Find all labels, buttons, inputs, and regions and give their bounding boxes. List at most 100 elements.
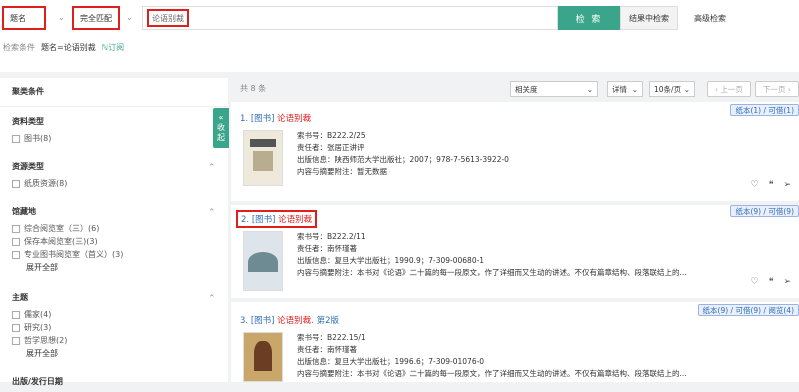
result-title-text: 论语别裁 (278, 215, 313, 225)
facet-item[interactable]: 儒家(4) (12, 308, 67, 321)
abstract: 内容与摘要附注：暂无数据 (297, 167, 387, 176)
result-title-text: 论语别裁 (277, 114, 312, 124)
checkbox[interactable] (12, 336, 20, 345)
share-icon[interactable]: ➢ (783, 277, 791, 287)
chevron-up-icon[interactable]: ⌃ (208, 163, 216, 173)
facet-group-title: 主题 (12, 293, 28, 302)
chevron-down-icon: ⌄ (586, 84, 593, 94)
call-number: 索书号：B222.15/1 (297, 333, 366, 342)
heart-icon[interactable]: ♡ (751, 180, 759, 190)
result-title[interactable]: 2. [图书] 论语别裁 (236, 210, 318, 228)
prev-page-button[interactable]: ‹ 上一页 (707, 81, 751, 97)
expand-all-link[interactable]: 展开全部 (26, 261, 123, 274)
result-title[interactable]: 3. [图书] 论语别裁. 第2版 (240, 314, 339, 326)
collapse-label: 收 (217, 123, 225, 132)
call-number: 索书号：B222.2/11 (297, 232, 366, 241)
book-cover[interactable] (243, 130, 283, 186)
facet-item[interactable]: 综合阅览室（三）(6) (12, 222, 123, 235)
expand-all-link[interactable]: 展开全部 (26, 347, 67, 360)
collapse-arrow-icon: « (218, 113, 224, 122)
result-number: 1. (240, 114, 249, 124)
facet-item[interactable]: 保存本阅览室(三)(3) (12, 235, 123, 248)
publish-info: 出版信息：复旦大学出版社；1996.6；7-309-01076-0 (297, 357, 485, 366)
result-title[interactable]: 1. [图书] 论语别裁 (240, 112, 311, 124)
abstract: 内容与摘要附注：本书对《论语》二十篇的每一段原文，作了详细而又生动的讲述。不仅有… (297, 369, 687, 378)
search-in-results-button[interactable]: 结果中检索 (620, 6, 678, 30)
facet-group-restype: 资源类型 纸质资源(8) (12, 161, 67, 190)
result-number: 2. (241, 215, 250, 225)
result-item: 纸本(9) / 可借(9) 2. [图书] 论语别裁 索书号：B222.2/11… (231, 205, 799, 298)
match-select[interactable]: 完全匹配 (72, 6, 120, 30)
facet-item[interactable]: 图书(8) (12, 132, 51, 145)
results-toolbar: 共 8 条 相关度 ⌄ 详情 ⌄ 10条/页 ⌄ ‹ 上一页 下一页 › (231, 78, 799, 98)
facet-group-subject: 主题 儒家(4) 研究(3) 哲学思想(2) 展开全部 (12, 292, 67, 360)
book-cover[interactable] (243, 231, 283, 291)
chevron-down-icon[interactable]: ⌄ (58, 13, 65, 22)
subscribe-link[interactable]: ℕ订阅 (102, 42, 124, 53)
facet-item-label: 儒家(4) (24, 310, 52, 319)
facet-item[interactable]: 专业图书阅览室（首义）(3) (12, 248, 123, 261)
quote-icon[interactable]: ❝ (769, 180, 774, 190)
result-type: [图书] (251, 215, 276, 225)
result-type: [图书] (250, 114, 275, 124)
results-panel: 共 8 条 相关度 ⌄ 详情 ⌄ 10条/页 ⌄ ‹ 上一页 下一页 › 纸本(1) … (231, 78, 799, 382)
facet-item[interactable]: 纸质资源(8) (12, 177, 67, 190)
result-item: 纸本(1) / 可借(1) 1. [图书] 论语别裁 索书号：B222.2/25… (231, 102, 799, 201)
cover-art (248, 252, 278, 272)
per-page-value: 10条/页 (654, 84, 682, 94)
holdings-badge[interactable]: 纸本(1) / 可借(1) (730, 104, 799, 116)
search-query: 论语别裁 (147, 9, 189, 27)
next-page-button[interactable]: 下一页 › (755, 81, 799, 97)
result-title-text: 论语别裁 (277, 316, 312, 326)
facet-item-label: 保存本阅览室(三)(3) (24, 237, 98, 246)
author: 责任者：张居正讲评 (297, 143, 365, 152)
book-cover[interactable] (243, 332, 283, 382)
checkbox[interactable] (12, 224, 20, 233)
sort-value: 相关度 (515, 84, 538, 94)
advanced-search-link[interactable]: 高级检索 (694, 13, 726, 24)
search-button[interactable]: 检 索 (558, 6, 620, 30)
chevron-right-icon: › (785, 84, 791, 94)
result-meta: 索书号：B222.2/11 责任者：南怀瑾著 出版信息：复旦大学出版社；1990… (297, 231, 777, 279)
holdings-badge[interactable]: 纸本(9) / 可借(9) / 阅览(4) (697, 304, 799, 316)
checkbox[interactable] (12, 323, 20, 332)
facet-item[interactable]: 研究(3) (12, 321, 67, 334)
checkbox[interactable] (12, 237, 20, 246)
chevron-up-icon[interactable]: ⌃ (208, 294, 216, 304)
checkbox[interactable] (12, 179, 20, 188)
search-input[interactable]: 论语别裁 (142, 6, 558, 30)
sort-select[interactable]: 相关度 ⌄ (510, 81, 598, 97)
call-number: 索书号：B222.2/25 (297, 131, 366, 140)
collapse-sidebar-button[interactable]: « 收 起 (213, 108, 229, 148)
chevron-up-icon[interactable]: ⌃ (208, 208, 216, 218)
facet-item-label: 哲学思想(2) (24, 336, 68, 345)
checkbox[interactable] (12, 134, 20, 143)
facet-sidebar: 聚类条件 资料类型 图书(8) 资源类型 纸质资源(8) ⌃ 馆藏地 综合阅览室… (0, 78, 228, 386)
facet-item[interactable]: 哲学思想(2) (12, 334, 67, 347)
heart-icon[interactable]: ♡ (751, 277, 759, 287)
conditions-value: 题名=论语别裁 (41, 43, 96, 52)
facet-item-label: 图书(8) (24, 134, 52, 143)
view-select[interactable]: 详情 ⌄ (607, 81, 643, 97)
facet-group-doctype: 资料类型 图书(8) (12, 116, 51, 145)
cover-art (250, 139, 276, 147)
share-icon[interactable]: ➢ (783, 180, 791, 190)
chevron-down-icon[interactable]: ⌄ (126, 13, 133, 22)
facet-group-location: 馆藏地 综合阅览室（三）(6) 保存本阅览室(三)(3) 专业图书阅览室（首义）… (12, 206, 123, 274)
result-meta: 索书号：B222.15/1 责任者：南怀瑾著 出版信息：复旦大学出版社；1996… (297, 332, 777, 380)
per-page-select[interactable]: 10条/页 ⌄ (649, 81, 695, 97)
result-meta: 索书号：B222.2/25 责任者：张居正讲评 出版信息：陕西师范大学出版社；2… (297, 130, 509, 178)
search-row: 题名 ⌄ 完全匹配 ⌄ 论语别裁 检 索 结果中检索 高级检索 (0, 6, 799, 30)
cover-art (253, 151, 273, 171)
field-select[interactable]: 题名 (2, 6, 46, 30)
holdings-badge[interactable]: 纸本(9) / 可借(9) (730, 205, 799, 217)
facet-group-title: 馆藏地 (12, 207, 36, 216)
chevron-down-icon: ⌄ (631, 84, 638, 94)
checkbox[interactable] (12, 310, 20, 319)
abstract: 内容与摘要附注：本书对《论语》二十篇的每一段原文，作了详细而又生动的讲述。不仅有… (297, 268, 687, 277)
quote-icon[interactable]: ❝ (769, 277, 774, 287)
prev-page-label: 上一页 (720, 84, 743, 94)
checkbox[interactable] (12, 250, 20, 259)
divider (0, 106, 228, 107)
result-actions: ♡ ❝ ➢ (751, 277, 791, 287)
